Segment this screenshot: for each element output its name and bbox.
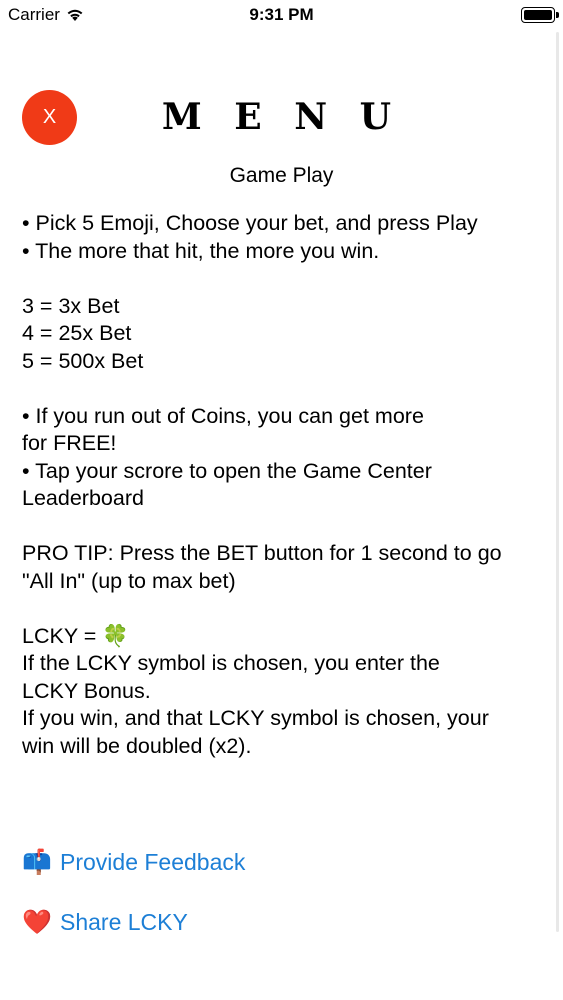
instruction-line: • The more that hit, the more you win. — [22, 238, 380, 263]
instruction-line: • If you run out of Coins, you can get m… — [22, 403, 424, 428]
page-title: M E N U — [161, 96, 402, 138]
instruction-line: • Tap your scrore to open the Game Cente… — [22, 458, 432, 483]
payout-line: 5 = 500x Bet — [22, 348, 144, 373]
status-time: 9:31 PM — [249, 5, 314, 24]
instruction-line: • Pick 5 Emoji, Choose your bet, and pre… — [22, 211, 478, 235]
heart-icon: ❤️ — [22, 909, 52, 936]
payout-line: 3 = 3x Bet — [22, 293, 120, 318]
section-subtitle: Game Play — [229, 164, 334, 187]
lcky-label: LCKY = — [22, 623, 103, 648]
mailbox-icon: 📫 — [22, 849, 52, 876]
share-label: Share LCKY — [60, 909, 188, 935]
share-link[interactable]: ❤️ Share LCKY — [22, 908, 188, 937]
instructions-text: • Pick 5 Emoji, Choose your bet, and pre… — [22, 210, 542, 760]
provide-feedback-link[interactable]: 📫 Provide Feedback — [22, 848, 245, 877]
instruction-line: for FREE! — [22, 431, 117, 455]
battery-icon — [521, 7, 559, 23]
instruction-line: Leaderboard — [22, 486, 144, 510]
clover-icon: 🍀 — [102, 623, 130, 648]
bonus-line: If the LCKY symbol is chosen, you enter … — [22, 651, 440, 675]
lcky-definition: LCKY = 🍀 — [22, 623, 542, 651]
payout-line: 4 = 25x Bet — [22, 321, 132, 345]
double-line: win will be doubled (x2). — [22, 733, 252, 758]
status-bar: Carrier 9:31 PM — [0, 0, 563, 30]
double-line: If you win, and that LCKY symbol is chos… — [22, 706, 489, 730]
provide-feedback-label: Provide Feedback — [60, 849, 246, 875]
bonus-line: LCKY Bonus. — [22, 678, 151, 703]
pro-tip-line: "All In" (up to max bet) — [22, 568, 236, 593]
pro-tip-line: PRO TIP: Press the BET button for 1 seco… — [22, 541, 502, 565]
